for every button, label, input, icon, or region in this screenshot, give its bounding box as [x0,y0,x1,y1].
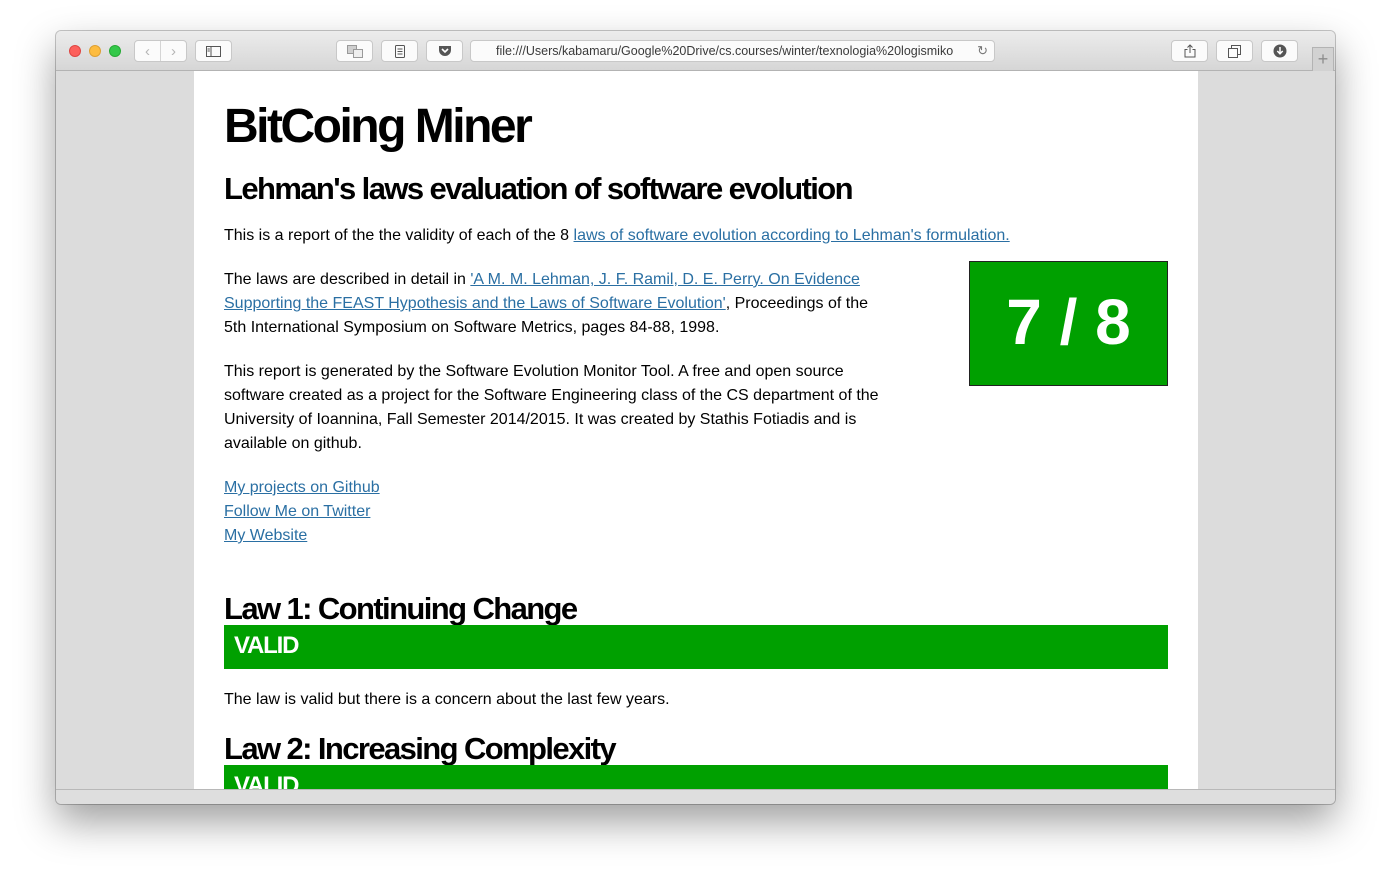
url-text: file:///Users/kabamaru/Google%20Drive/cs… [496,44,954,58]
law-1-status-badge: VALID [224,625,1168,669]
translate-icon [346,44,363,58]
law-2-title: Law 2: Increasing Complexity [224,731,617,766]
zoom-window-button[interactable] [109,45,121,57]
new-tab-button[interactable]: + [1312,47,1334,71]
website-link[interactable]: My Website [224,524,380,548]
report-line4: available on github. [224,435,362,452]
page-title: BitCoing Miner [224,100,533,153]
law-2-status-badge: VALID [224,765,1168,789]
described-paragraph: The laws are described in detail in 'A M… [224,268,884,340]
intro-text: This is a report of the the validity of … [224,227,574,244]
tabs-icon [1228,44,1241,58]
intro-paragraph: This is a report of the the validity of … [224,224,1010,248]
nav-buttons: ‹ › [134,40,187,62]
forward-button[interactable]: › [160,41,186,61]
address-bar[interactable]: file:///Users/kabamaru/Google%20Drive/cs… [470,40,995,62]
sidebar-button[interactable] [195,40,232,62]
browser-toolbar: ‹ › file:///Users/kabamaru/Google%20Driv… [56,31,1335,71]
tabs-overview-button[interactable] [1216,40,1253,62]
minimize-window-button[interactable] [89,45,101,57]
law-1-note: The law is valid but there is a concern … [224,691,670,708]
download-icon [1273,44,1286,58]
downloads-button[interactable] [1261,40,1298,62]
report-line1: This report is generated by the Software… [224,363,844,380]
laws-link[interactable]: laws of software evolution according to … [574,227,1010,244]
browser-window: ‹ › file:///Users/kabamaru/Google%20Driv… [56,31,1335,804]
document-icon [394,44,405,58]
described-suffix: , Proceedings of the [725,295,869,312]
github-link[interactable]: My projects on Github [224,476,380,500]
share-icon [1184,44,1195,58]
reader-button[interactable] [381,40,418,62]
sidebar-icon [206,45,221,57]
described-line3: 5th International Symposium on Software … [224,319,720,336]
twitter-link[interactable]: Follow Me on Twitter [224,500,380,524]
score-box: 7 / 8 [969,261,1168,386]
share-button[interactable] [1171,40,1208,62]
status-bar [56,789,1335,804]
paper-link-line2[interactable]: Supporting the FEAST Hypothesis and the … [224,295,726,312]
report-line3: University of Ioannina, Fall Semester 20… [224,411,857,428]
close-window-button[interactable] [69,45,81,57]
described-prefix: The laws are described in detail in [224,271,471,288]
paper-link-line1[interactable]: 'A M. M. Lehman, J. F. Ramil, D. E. Perr… [470,271,860,288]
page-subtitle: Lehman's laws evaluation of software evo… [224,171,854,206]
report-page: BitCoing Miner Lehman's laws evaluation … [194,71,1198,789]
pocket-icon [438,46,451,56]
pocket-button[interactable] [426,40,463,62]
back-button[interactable]: ‹ [135,41,160,61]
report-paragraph: This report is generated by the Software… [224,360,894,456]
links-list: My projects on Github Follow Me on Twitt… [224,476,380,548]
report-line2: software created as a project for the So… [224,387,879,404]
translate-button[interactable] [336,40,373,62]
web-content-area: BitCoing Miner Lehman's laws evaluation … [56,71,1335,789]
reload-icon[interactable]: ↻ [977,41,988,61]
law-1-title: Law 1: Continuing Change [224,591,578,626]
